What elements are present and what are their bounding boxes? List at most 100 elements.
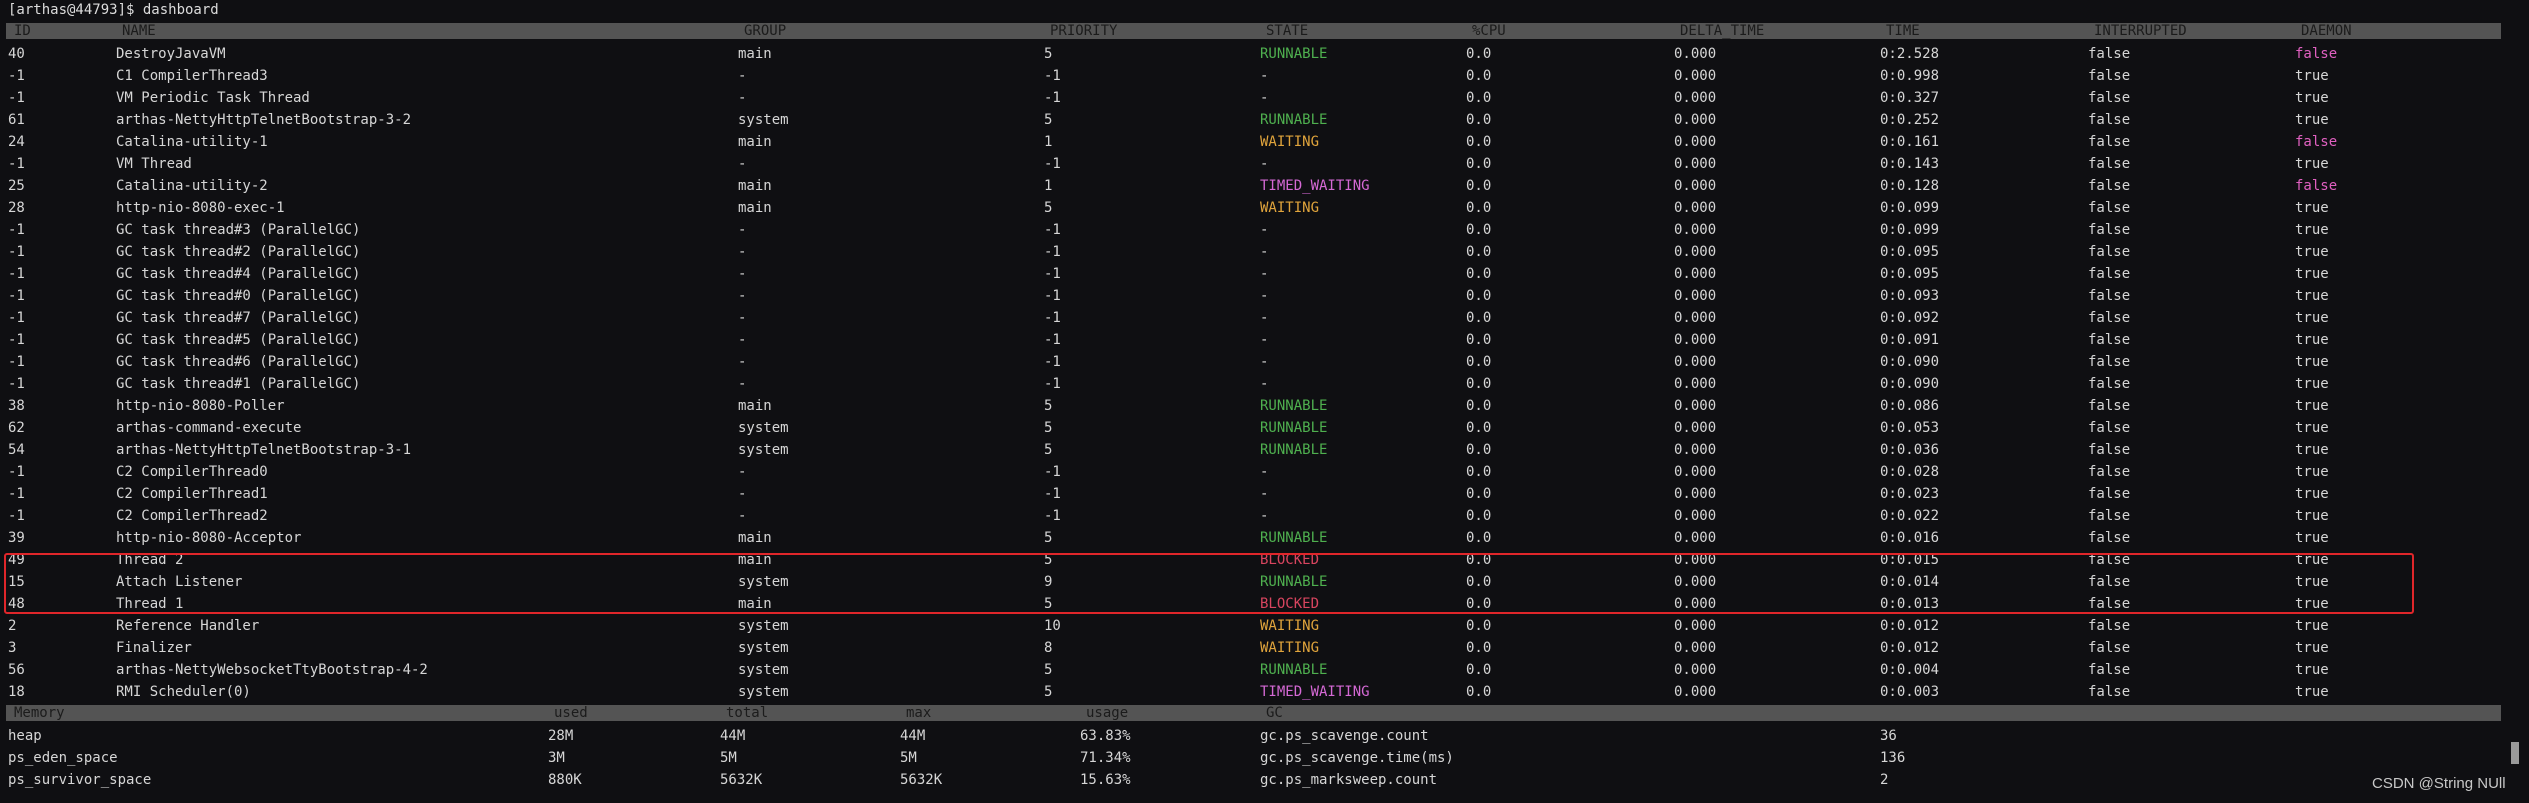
thread-id: 54: [8, 442, 25, 458]
thread-state: -: [1260, 222, 1269, 238]
gc-metric: gc.ps_scavenge.time(ms): [1260, 750, 1454, 766]
memory-usage: 15.63%: [1080, 772, 1131, 788]
thread-interrupted: false: [2088, 398, 2131, 414]
thread-state: TIMED_WAITING: [1260, 178, 1370, 194]
thread-delta-time: 0.000: [1674, 156, 1717, 172]
scrollbar-thumb[interactable]: [2511, 742, 2519, 764]
thread-name: GC task thread#5 (ParallelGC): [116, 332, 361, 348]
thread-id: -1: [8, 222, 25, 238]
thread-state: RUNNABLE: [1260, 420, 1328, 436]
thread-id: -1: [8, 288, 25, 304]
header-thread-delta-time: DELTA_TIME: [1680, 23, 1765, 39]
thread-name: GC task thread#6 (ParallelGC): [116, 354, 361, 370]
thread-interrupted: false: [2088, 376, 2131, 392]
thread-interrupted: false: [2088, 310, 2131, 326]
thread-priority: 1: [1044, 178, 1053, 194]
thread-id: 3: [8, 640, 17, 656]
thread-name: GC task thread#0 (ParallelGC): [116, 288, 361, 304]
header-gc-metric: GC: [1266, 705, 1283, 721]
thread-cpu: 0.0: [1466, 46, 1492, 62]
table-row: -1 GC task thread#2 (ParallelGC) - -1 - 0.0 0.…: [0, 241, 2510, 263]
thread-name: VM Periodic Task Thread: [116, 90, 310, 106]
thread-id: 61: [8, 112, 25, 128]
thread-priority: 5: [1044, 662, 1053, 678]
thread-daemon: true: [2295, 244, 2329, 260]
thread-cpu: 0.0: [1466, 618, 1492, 634]
thread-id: 25: [8, 178, 25, 194]
thread-daemon: false: [2295, 178, 2338, 194]
thread-cpu: 0.0: [1466, 398, 1492, 414]
thread-cpu: 0.0: [1466, 288, 1492, 304]
thread-delta-time: 0.000: [1674, 662, 1717, 678]
thread-group: system: [738, 662, 789, 678]
thread-time: 0:0.053: [1880, 420, 1940, 436]
thread-group: -: [738, 90, 747, 106]
thread-cpu: 0.0: [1466, 354, 1492, 370]
thread-time: 0:0.099: [1880, 222, 1940, 238]
thread-delta-time: 0.000: [1674, 486, 1717, 502]
thread-cpu: 0.0: [1466, 244, 1492, 260]
memory-table-header: Memory used total max usage GC: [6, 705, 2501, 721]
table-row: -1 GC task thread#3 (ParallelGC) - -1 - 0.0 0.…: [0, 219, 2510, 241]
thread-name: http-nio-8080-exec-1: [116, 200, 285, 216]
thread-priority: -1: [1044, 332, 1061, 348]
thread-delta-time: 0.000: [1674, 310, 1717, 326]
memory-usage: 71.34%: [1080, 750, 1131, 766]
table-row: 24 Catalina-utility-1 main 1 WAITING 0.0 0.000…: [0, 131, 2510, 153]
memory-name: ps_eden_space: [8, 750, 118, 766]
table-row: 28 http-nio-8080-exec-1 main 5 WAITING 0.0 0.0…: [0, 197, 2510, 219]
thread-state: -: [1260, 156, 1269, 172]
table-row: 2 Reference Handler system 10 WAITING 0.0 0.00…: [0, 615, 2510, 637]
thread-delta-time: 0.000: [1674, 618, 1717, 634]
thread-interrupted: false: [2088, 222, 2131, 238]
thread-name: C2 CompilerThread0: [116, 464, 268, 480]
thread-name: Reference Handler: [116, 618, 260, 634]
thread-priority: 5: [1044, 200, 1053, 216]
thread-name: arthas-NettyHttpTelnetBootstrap-3-2: [116, 112, 412, 128]
thread-delta-time: 0.000: [1674, 222, 1717, 238]
thread-name: GC task thread#7 (ParallelGC): [116, 310, 361, 326]
thread-id: -1: [8, 90, 25, 106]
thread-name: http-nio-8080-Acceptor: [116, 530, 302, 546]
thread-time: 0:0.036: [1880, 442, 1940, 458]
thread-priority: 10: [1044, 618, 1061, 634]
thread-cpu: 0.0: [1466, 684, 1492, 700]
header-thread-time: TIME: [1886, 23, 1920, 39]
thread-interrupted: false: [2088, 442, 2131, 458]
thread-daemon: true: [2295, 376, 2329, 392]
thread-daemon: true: [2295, 288, 2329, 304]
header-memory-usage: usage: [1086, 705, 1129, 721]
thread-interrupted: false: [2088, 134, 2131, 150]
thread-group: -: [738, 222, 747, 238]
thread-delta-time: 0.000: [1674, 420, 1717, 436]
thread-daemon: true: [2295, 266, 2329, 282]
thread-group: main: [738, 178, 772, 194]
table-row: 38 http-nio-8080-Poller main 5 RUNNABLE 0.0 0.…: [0, 395, 2510, 417]
thread-cpu: 0.0: [1466, 662, 1492, 678]
thread-time: 0:0.143: [1880, 156, 1940, 172]
thread-priority: 5: [1044, 46, 1053, 62]
thread-priority: -1: [1044, 288, 1061, 304]
thread-state: -: [1260, 464, 1269, 480]
thread-time: 0:0.161: [1880, 134, 1940, 150]
thread-state: RUNNABLE: [1260, 530, 1328, 546]
thread-cpu: 0.0: [1466, 508, 1492, 524]
thread-cpu: 0.0: [1466, 156, 1492, 172]
thread-id: -1: [8, 244, 25, 260]
header-thread-state: STATE: [1266, 23, 1309, 39]
thread-priority: -1: [1044, 486, 1061, 502]
table-row: -1 GC task thread#4 (ParallelGC) - -1 - 0.0 0.…: [0, 263, 2510, 285]
table-row: 40 DestroyJavaVM main 5 RUNNABLE 0.0 0.000 0:2.…: [0, 43, 2510, 65]
thread-id: -1: [8, 156, 25, 172]
thread-time: 0:2.528: [1880, 46, 1940, 62]
memory-usage: 63.83%: [1080, 728, 1131, 744]
header-thread-cpu: %CPU: [1472, 23, 1506, 39]
thread-interrupted: false: [2088, 640, 2131, 656]
thread-interrupted: false: [2088, 288, 2131, 304]
thread-group: system: [738, 618, 789, 634]
thread-state: -: [1260, 332, 1269, 348]
thread-interrupted: false: [2088, 662, 2131, 678]
thread-group: -: [738, 288, 747, 304]
thread-priority: -1: [1044, 508, 1061, 524]
thread-daemon: true: [2295, 530, 2329, 546]
